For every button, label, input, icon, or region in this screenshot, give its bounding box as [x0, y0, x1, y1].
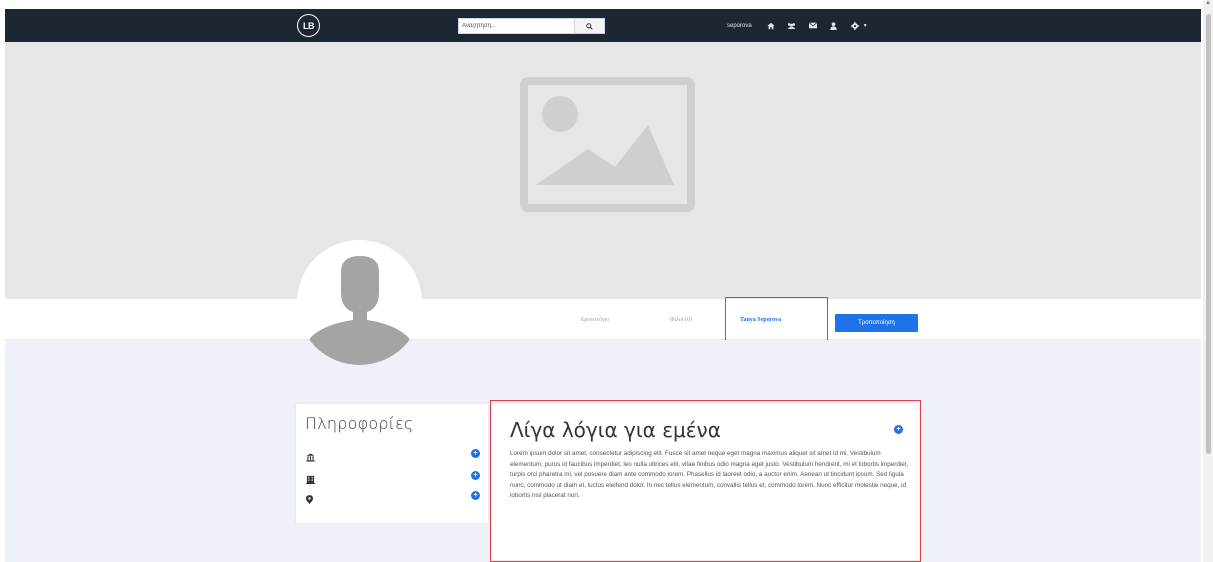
- profile-name-highlight: [725, 297, 828, 342]
- top-navbar: LB seporova: [5, 9, 1201, 42]
- map-marker-icon: [306, 491, 316, 504]
- tab-timeline[interactable]: Χρονολόγιο: [580, 299, 609, 340]
- building-icon: [306, 471, 316, 484]
- envelope-icon[interactable]: [808, 21, 818, 31]
- username-link[interactable]: seporova: [727, 23, 752, 29]
- home-icon[interactable]: [766, 21, 776, 31]
- scrollbar-thumb[interactable]: [1206, 14, 1211, 454]
- info-card: Πληροφορίες + + +: [296, 404, 488, 523]
- page: LB seporova: [0, 0, 1213, 562]
- vertical-scrollbar[interactable]: ▲: [1203, 0, 1213, 562]
- scroll-up-icon[interactable]: ▲: [1205, 0, 1211, 6]
- avatar[interactable]: [297, 240, 422, 365]
- edit-profile-button[interactable]: Τροποποίηση: [835, 314, 918, 332]
- profile-nav: Χρονολόγιο Φίλοι (0) Tanya Seporova: [5, 299, 1201, 340]
- chevron-down-icon[interactable]: ▼: [863, 23, 868, 29]
- institution-icon: [306, 449, 316, 462]
- cover-photo: [5, 42, 1201, 299]
- info-card-title: Πληροφορίες: [305, 414, 414, 433]
- users-icon[interactable]: [787, 21, 797, 31]
- gear-icon[interactable]: [850, 21, 860, 31]
- info-row-workplace: +: [306, 470, 481, 484]
- site-logo[interactable]: LB: [297, 14, 320, 37]
- add-institution-button[interactable]: +: [471, 449, 480, 458]
- add-location-button[interactable]: +: [471, 491, 480, 500]
- about-card-highlight: [490, 400, 921, 562]
- search-bar: [458, 18, 605, 34]
- search-button[interactable]: [575, 18, 605, 34]
- navbar-right: seporova ▼: [727, 9, 868, 42]
- user-icon[interactable]: [829, 21, 839, 31]
- default-avatar-icon: [297, 240, 422, 365]
- search-input[interactable]: [458, 18, 575, 34]
- add-workplace-button[interactable]: +: [471, 471, 480, 480]
- tab-friends[interactable]: Φίλοι (0): [670, 299, 692, 340]
- search-icon: [586, 22, 593, 30]
- info-row-location: +: [306, 490, 481, 504]
- image-placeholder-icon: [520, 77, 695, 212]
- info-row-institution: +: [306, 448, 481, 462]
